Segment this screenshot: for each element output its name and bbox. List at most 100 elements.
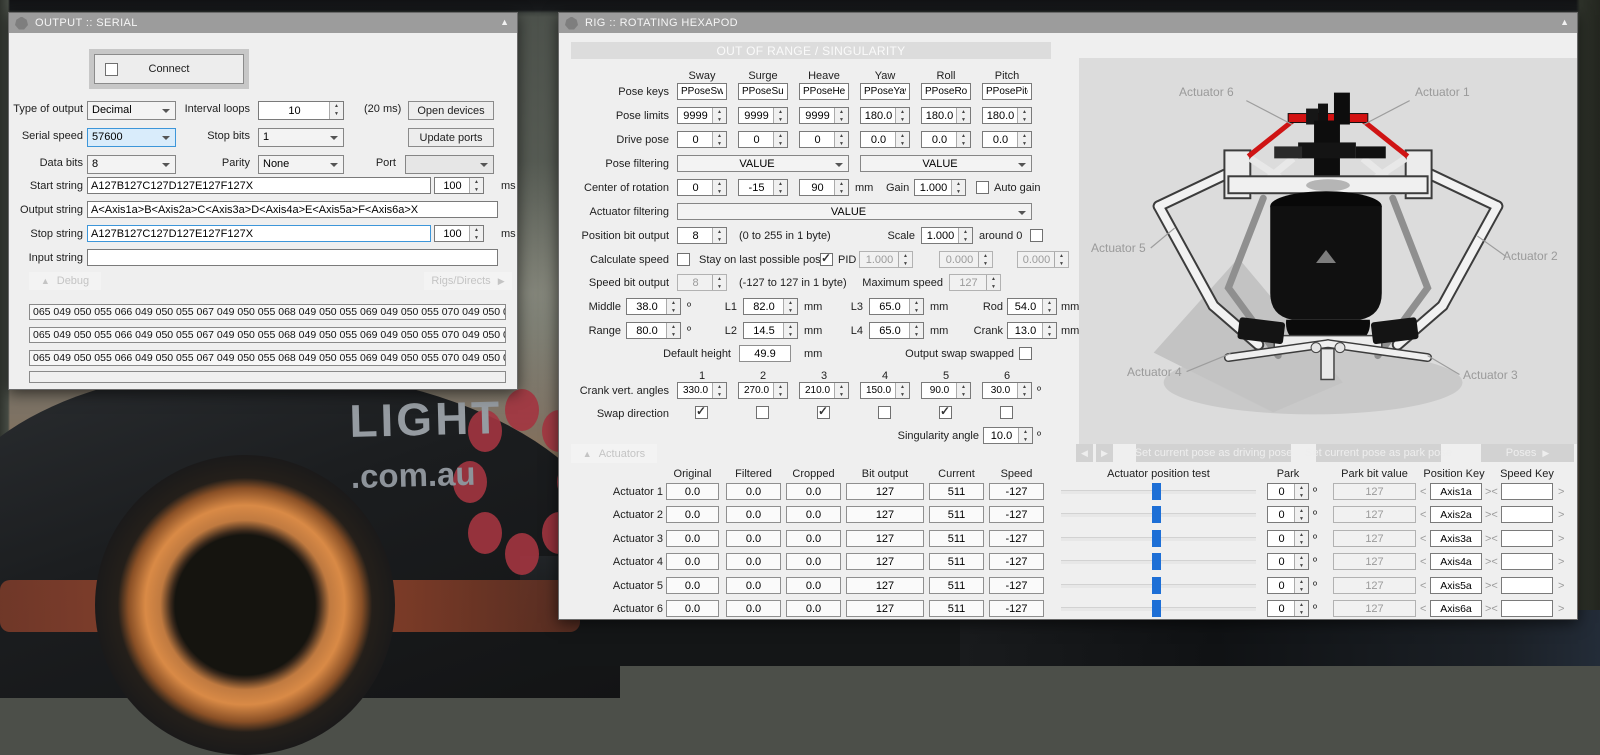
spinner-arrows-icon[interactable] xyxy=(1294,554,1308,569)
spinner-arrows-icon[interactable] xyxy=(895,383,909,398)
set-driving-pose-button[interactable]: Set current pose as driving pose xyxy=(1136,444,1291,462)
drive-pose-spinner[interactable]: 0.0 xyxy=(982,131,1032,148)
spinner-arrows-icon[interactable] xyxy=(1294,484,1308,499)
spinner-arrows-icon[interactable] xyxy=(773,132,787,147)
slider-handle[interactable] xyxy=(1152,553,1161,570)
input-string-input[interactable] xyxy=(87,249,498,266)
spinner-arrows-icon[interactable] xyxy=(773,180,787,195)
spinner-arrows-icon[interactable] xyxy=(666,299,680,314)
port-select[interactable] xyxy=(405,155,494,174)
swap-direction-checkbox-4[interactable] xyxy=(878,406,891,419)
update-ports-button[interactable]: Update ports xyxy=(408,128,494,147)
spinner-arrows-icon[interactable] xyxy=(1018,428,1032,443)
serial-window-titlebar[interactable]: OUTPUT :: SERIAL ▲ xyxy=(9,13,517,33)
actuator-position-slider[interactable] xyxy=(1061,506,1256,523)
spinner-arrows-icon[interactable] xyxy=(783,323,797,338)
spinner-arrows-icon[interactable] xyxy=(834,132,848,147)
actuator-position-slider[interactable] xyxy=(1061,530,1256,547)
rod-spinner[interactable]: 54.0 xyxy=(1007,298,1057,315)
rigs-directs-button[interactable]: Rigs/Directs ▶ xyxy=(424,272,512,290)
center-y-spinner[interactable]: -15 xyxy=(738,179,788,196)
pid-checkbox[interactable] xyxy=(820,253,833,266)
drive-pose-spinner[interactable]: 0.0 xyxy=(921,131,971,148)
connect-checkbox[interactable] xyxy=(105,63,118,76)
pose-limit-spinner[interactable]: 9999 xyxy=(738,107,788,124)
singularity-angle-spinner[interactable]: 10.0 xyxy=(983,427,1033,444)
spinner-arrows-icon[interactable] xyxy=(1294,601,1308,616)
spinner-arrows-icon[interactable] xyxy=(712,275,726,290)
pose-limit-spinner[interactable]: 9999 xyxy=(799,107,849,124)
slider-handle[interactable] xyxy=(1152,530,1161,547)
swap-direction-checkbox-6[interactable] xyxy=(1000,406,1013,419)
spinner-arrows-icon[interactable] xyxy=(1042,299,1056,314)
spinner-arrows-icon[interactable] xyxy=(956,108,970,123)
pose-key-input[interactable] xyxy=(921,83,971,100)
speed-key-input[interactable] xyxy=(1501,506,1553,523)
pid-p-spinner[interactable]: 1.000 xyxy=(859,251,913,268)
park-spinner[interactable]: 0 xyxy=(1267,600,1309,617)
pose-filtering-select-1[interactable]: VALUE xyxy=(677,155,849,172)
drive-pose-spinner[interactable]: 0 xyxy=(799,131,849,148)
serial-speed-select[interactable]: 57600 xyxy=(87,128,176,147)
spinner-arrows-icon[interactable] xyxy=(909,299,923,314)
swap-direction-checkbox-5[interactable] xyxy=(939,406,952,419)
pose-limit-spinner[interactable]: 9999 xyxy=(677,107,727,124)
center-z-spinner[interactable]: 90 xyxy=(799,179,849,196)
rig-window-titlebar[interactable]: RIG :: ROTATING HEXAPOD ▲ xyxy=(559,13,1577,33)
pose-key-input[interactable] xyxy=(738,83,788,100)
spinner-arrows-icon[interactable] xyxy=(783,299,797,314)
start-string-input[interactable] xyxy=(87,177,431,194)
parity-select[interactable]: None xyxy=(258,155,344,174)
middle-spinner[interactable]: 38.0 xyxy=(626,298,681,315)
spinner-arrows-icon[interactable] xyxy=(712,383,726,398)
pid-i-spinner[interactable]: 0.000 xyxy=(939,251,993,268)
slider-handle[interactable] xyxy=(1152,506,1161,523)
crank-angle-spinner[interactable]: 270.0 xyxy=(738,382,788,399)
spinner-arrows-icon[interactable] xyxy=(329,102,343,119)
position-key-input[interactable] xyxy=(1430,483,1482,500)
output-string-input[interactable] xyxy=(87,201,498,218)
slider-handle[interactable] xyxy=(1152,483,1161,500)
park-spinner[interactable]: 0 xyxy=(1267,530,1309,547)
spinner-arrows-icon[interactable] xyxy=(895,132,909,147)
position-key-input[interactable] xyxy=(1430,600,1482,617)
position-bit-spinner[interactable]: 8 xyxy=(677,227,727,244)
actuators-tab[interactable]: ▲ Actuators xyxy=(571,444,657,463)
range-spinner[interactable]: 80.0 xyxy=(626,322,681,339)
park-spinner[interactable]: 0 xyxy=(1267,483,1309,500)
around-zero-checkbox[interactable] xyxy=(1030,229,1043,242)
actuator-position-slider[interactable] xyxy=(1061,553,1256,570)
l4-spinner[interactable]: 65.0 xyxy=(869,322,924,339)
scale-spinner[interactable]: 1.000 xyxy=(921,227,973,244)
speed-key-input[interactable] xyxy=(1501,600,1553,617)
swap-direction-checkbox-1[interactable] xyxy=(695,406,708,419)
auto-gain-checkbox[interactable] xyxy=(976,181,989,194)
crank-spinner[interactable]: 13.0 xyxy=(1007,322,1057,339)
drive-pose-spinner[interactable]: 0 xyxy=(677,131,727,148)
crank-angle-spinner[interactable]: 150.0 xyxy=(860,382,910,399)
spinner-arrows-icon[interactable] xyxy=(956,383,970,398)
actuator-position-slider[interactable] xyxy=(1061,483,1256,500)
pose-key-input[interactable] xyxy=(982,83,1032,100)
l2-spinner[interactable]: 14.5 xyxy=(743,322,798,339)
spinner-arrows-icon[interactable] xyxy=(978,252,992,267)
drive-pose-spinner[interactable]: 0.0 xyxy=(860,131,910,148)
spinner-arrows-icon[interactable] xyxy=(712,132,726,147)
swap-direction-checkbox-2[interactable] xyxy=(756,406,769,419)
spinner-arrows-icon[interactable] xyxy=(895,108,909,123)
actuator-position-slider[interactable] xyxy=(1061,577,1256,594)
slider-handle[interactable] xyxy=(1152,600,1161,617)
stop-delay-spinner[interactable]: 100 xyxy=(434,225,484,242)
spinner-arrows-icon[interactable] xyxy=(469,178,483,193)
crank-angle-spinner[interactable]: 30.0 xyxy=(982,382,1032,399)
speed-key-input[interactable] xyxy=(1501,577,1553,594)
collapse-icon[interactable]: ▲ xyxy=(500,17,509,27)
pose-limit-spinner[interactable]: 180.0 xyxy=(982,107,1032,124)
speed-key-input[interactable] xyxy=(1501,553,1553,570)
pose-limit-spinner[interactable]: 180.0 xyxy=(921,107,971,124)
spinner-arrows-icon[interactable] xyxy=(956,132,970,147)
debug-tab[interactable]: ▲ Debug xyxy=(29,272,101,290)
spinner-arrows-icon[interactable] xyxy=(666,323,680,338)
position-key-input[interactable] xyxy=(1430,530,1482,547)
poses-button[interactable]: Poses▶ xyxy=(1481,444,1574,462)
